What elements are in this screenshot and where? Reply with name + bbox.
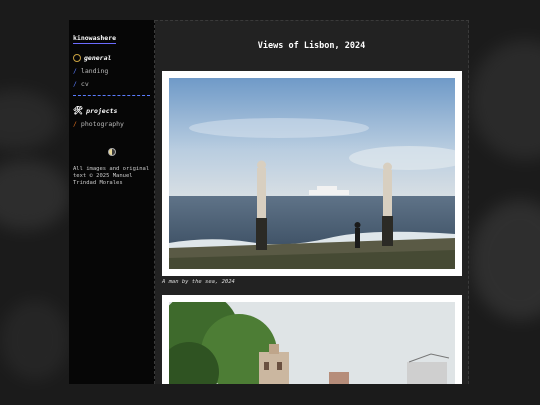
- photo-card[interactable]: [162, 295, 462, 384]
- nav-label: cv: [80, 80, 89, 88]
- photo-card[interactable]: [162, 71, 462, 276]
- nav-item-cv[interactable]: / cv: [73, 80, 150, 88]
- sidebar: kinowashere general / landing / cv 🛠 pro…: [69, 20, 155, 384]
- page-container: kinowashere general / landing / cv 🛠 pro…: [69, 20, 469, 384]
- half-moon-icon[interactable]: [107, 148, 116, 156]
- section-title: projects: [86, 106, 118, 115]
- photo-lisbon-buildings: [169, 302, 455, 384]
- nav-label: landing: [80, 67, 109, 75]
- section-projects-header: 🛠 projects: [73, 106, 150, 115]
- nav-label: photography: [80, 120, 124, 128]
- slash-icon: /: [73, 67, 77, 75]
- face-icon: [73, 54, 81, 62]
- tools-icon: 🛠: [73, 106, 84, 115]
- site-name-link[interactable]: kinowashere: [73, 34, 117, 44]
- divider: [73, 95, 150, 96]
- main-content: Views of Lisbon, 2024 A man by the sea, …: [155, 20, 469, 384]
- nav-item-photography[interactable]: / photography: [73, 120, 150, 128]
- photo-caption: A man by the sea, 2024: [162, 279, 235, 285]
- background-cloud: [0, 300, 70, 380]
- slash-icon: /: [73, 80, 77, 88]
- slash-icon: /: [73, 120, 77, 128]
- footer-copyright: All images and original text © 2025 Manu…: [73, 166, 150, 186]
- section-title: general: [84, 54, 112, 62]
- background-cloud: [470, 200, 540, 320]
- photo-man-by-the-sea: [169, 78, 455, 269]
- page-title: Views of Lisbon, 2024: [257, 41, 366, 51]
- background-cloud: [0, 90, 60, 150]
- nav-item-landing[interactable]: / landing: [73, 67, 150, 75]
- background-cloud: [0, 160, 70, 230]
- section-general-header: general: [73, 54, 150, 62]
- background-cloud: [470, 40, 540, 160]
